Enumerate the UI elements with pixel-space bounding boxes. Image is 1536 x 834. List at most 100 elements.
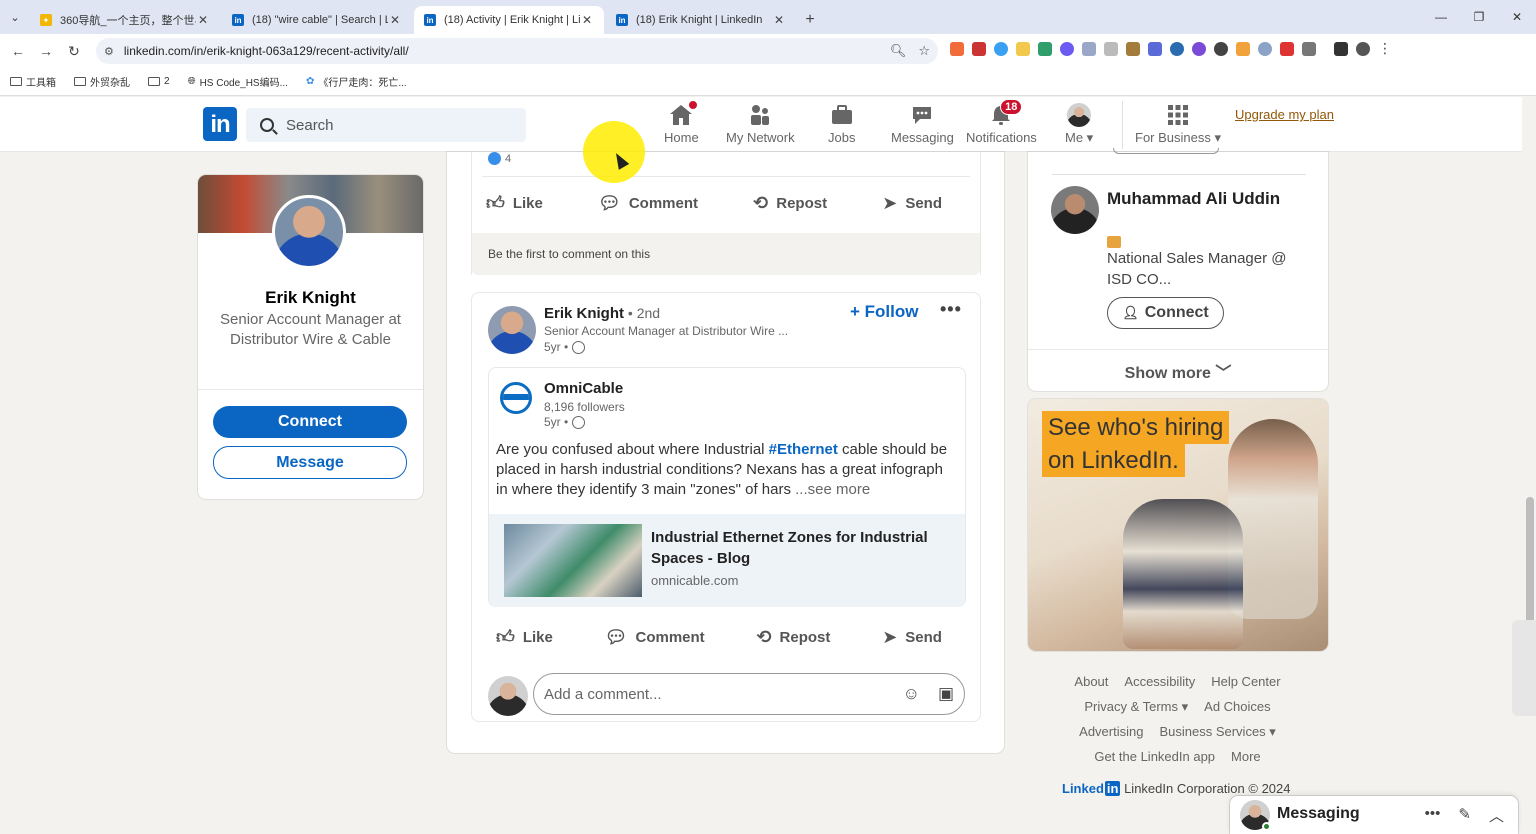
bookmark-link[interactable]: ✿ 《行尸走肉：死亡... <box>306 74 407 89</box>
side-floating-widget[interactable] <box>1512 620 1536 716</box>
author-avatar[interactable] <box>488 306 536 354</box>
nav-jobs[interactable]: Jobs <box>828 103 855 149</box>
forward-icon[interactable]: → <box>32 37 60 65</box>
nav-me[interactable]: Me ▾ <box>1065 103 1093 149</box>
profile-name[interactable]: Erik Knight <box>198 288 423 308</box>
extension-icon[interactable] <box>1016 42 1030 56</box>
reaction-count[interactable]: 4 <box>488 152 511 165</box>
back-icon[interactable]: ← <box>4 37 32 65</box>
page-scrollbar[interactable] <box>1522 97 1536 834</box>
footer-link[interactable]: More <box>1231 744 1261 769</box>
address-bar[interactable]: ⚙ linkedin.com/in/erik-knight-063a129/re… <box>96 38 938 64</box>
close-tab-icon[interactable]: ✕ <box>388 13 402 27</box>
link-preview[interactable]: Industrial Ethernet Zones for Industrial… <box>489 514 965 607</box>
search-input[interactable]: Search <box>246 108 526 142</box>
extension-icon[interactable] <box>1148 42 1162 56</box>
repost-button[interactable]: ⟲ Repost <box>753 193 827 214</box>
linkedin-logo-icon[interactable]: in <box>203 107 237 141</box>
nav-home[interactable]: Home <box>664 99 700 149</box>
extension-icon[interactable] <box>1104 42 1118 56</box>
bookmark-folder[interactable]: 外贸杂乱 <box>74 74 130 89</box>
extension-icon[interactable] <box>1126 42 1140 56</box>
nav-messaging[interactable]: Messaging <box>891 103 954 149</box>
profile-icon[interactable] <box>1356 42 1370 56</box>
browser-tab-1[interactable]: ✦ 360导航_一个主页，整个世界 ✕ <box>30 6 220 34</box>
suggestion-connect-button[interactable]: 👤︎ Connect <box>1107 297 1224 329</box>
more-options-icon[interactable]: ••• <box>1425 805 1441 826</box>
extension-icon[interactable] <box>1170 42 1184 56</box>
close-tab-icon[interactable]: ✕ <box>196 13 210 27</box>
show-more-button[interactable]: Show more ﹀ <box>1028 359 1328 383</box>
footer-link[interactable]: About <box>1074 669 1108 694</box>
company-name[interactable]: OmniCable <box>544 380 623 397</box>
suggestion-avatar[interactable] <box>1051 186 1099 234</box>
extension-icon[interactable] <box>1214 42 1228 56</box>
extension-icon[interactable] <box>1192 42 1206 56</box>
compose-icon[interactable]: ✎ <box>1458 805 1471 826</box>
browser-tab-4[interactable]: in (18) Erik Knight | LinkedIn ✕ <box>606 6 796 34</box>
browser-tab-3[interactable]: in (18) Activity | Erik Knight | Li ✕ <box>414 6 604 34</box>
message-button[interactable]: Message <box>213 446 407 479</box>
messaging-overlay[interactable]: Messaging ••• ✎ ︿ <box>1230 796 1518 834</box>
nav-notifications[interactable]: 18 Notifications <box>966 99 1037 149</box>
extension-icon[interactable] <box>972 42 986 56</box>
author-name[interactable]: Erik Knight • 2nd <box>544 305 660 322</box>
chevron-up-icon[interactable]: ︿ <box>1489 805 1504 826</box>
side-panel-icon[interactable] <box>1334 42 1348 56</box>
close-tab-icon[interactable]: ✕ <box>580 13 594 27</box>
new-tab-button[interactable]: + <box>798 6 822 34</box>
omnicable-logo[interactable] <box>500 382 532 414</box>
like-button[interactable]: 👍︎ Like <box>496 626 553 648</box>
bookmark-folder[interactable]: 工具箱 <box>10 74 56 89</box>
browser-menu-icon[interactable]: ⋮ <box>1378 41 1392 56</box>
follow-button[interactable]: + Follow <box>850 302 918 322</box>
see-more-link[interactable]: ...see more <box>791 481 870 498</box>
extension-icon[interactable] <box>1236 42 1250 56</box>
close-window-icon[interactable]: ✕ <box>1498 0 1536 34</box>
send-button[interactable]: ➤ Send <box>882 627 942 648</box>
close-tab-icon[interactable]: ✕ <box>772 13 786 27</box>
site-info-icon[interactable]: ⚙ <box>104 45 114 58</box>
bookmark-folder[interactable]: 2 <box>148 76 170 87</box>
comment-button[interactable]: 💬︎ Comment <box>598 193 698 214</box>
footer-link[interactable]: Get the LinkedIn app <box>1094 744 1215 769</box>
more-options-icon[interactable]: ••• <box>940 299 962 320</box>
send-button[interactable]: ➤ Send <box>882 193 942 214</box>
comment-input[interactable]: Add a comment... ☺ ▣ <box>533 673 965 715</box>
footer-link[interactable]: Privacy & Terms ▾ <box>1084 694 1188 719</box>
like-button[interactable]: 👍︎ Like <box>486 192 543 214</box>
extension-icon[interactable] <box>1280 42 1294 56</box>
emoji-icon[interactable]: ☺ <box>903 684 920 704</box>
upgrade-premium-link[interactable]: Upgrade my plan <box>1235 107 1334 122</box>
nav-my-network[interactable]: My Network <box>726 103 795 149</box>
zoom-icon[interactable]: 🔍︎ <box>890 43 907 59</box>
extension-icon[interactable] <box>994 42 1008 56</box>
footer-link[interactable]: Accessibility <box>1124 669 1195 694</box>
suggestion-name[interactable]: Muhammad Ali Uddin <box>1107 187 1287 211</box>
bookmark-link[interactable]: 🌐︎ HS Code_HS编码... <box>188 74 288 89</box>
bookmark-star-icon[interactable]: ☆ <box>918 43 930 59</box>
extensions-puzzle-icon[interactable] <box>1302 42 1316 56</box>
connect-button[interactable]: Connect <box>213 406 407 438</box>
comment-button[interactable]: 💬︎ Comment <box>605 627 705 648</box>
hashtag-link[interactable]: #Ethernet <box>769 441 838 458</box>
footer-link[interactable]: Business Services ▾ <box>1159 719 1275 744</box>
extension-icon[interactable] <box>1082 42 1096 56</box>
minimize-icon[interactable]: — <box>1422 0 1460 34</box>
footer-link[interactable]: Advertising <box>1079 719 1143 744</box>
browser-tab-2[interactable]: in (18) "wire cable" | Search | Li ✕ <box>222 6 412 34</box>
reload-icon[interactable]: ↻ <box>60 37 88 65</box>
profile-avatar[interactable] <box>272 195 346 269</box>
tab-search-button[interactable]: ⌄ <box>0 0 30 34</box>
nav-for-business[interactable]: For Business ▾ <box>1135 103 1221 149</box>
hiring-ad[interactable]: See who's hiring on LinkedIn. <box>1028 399 1328 651</box>
extension-icon[interactable] <box>1038 42 1052 56</box>
image-icon[interactable]: ▣ <box>938 684 954 704</box>
extension-icon[interactable] <box>1258 42 1272 56</box>
footer-link[interactable]: Help Center <box>1211 669 1280 694</box>
footer-link[interactable]: Ad Choices <box>1204 694 1270 719</box>
repost-button[interactable]: ⟲ Repost <box>756 627 830 648</box>
restore-icon[interactable]: ❐ <box>1460 0 1498 34</box>
extension-icon[interactable] <box>950 42 964 56</box>
extension-icon[interactable] <box>1060 42 1074 56</box>
